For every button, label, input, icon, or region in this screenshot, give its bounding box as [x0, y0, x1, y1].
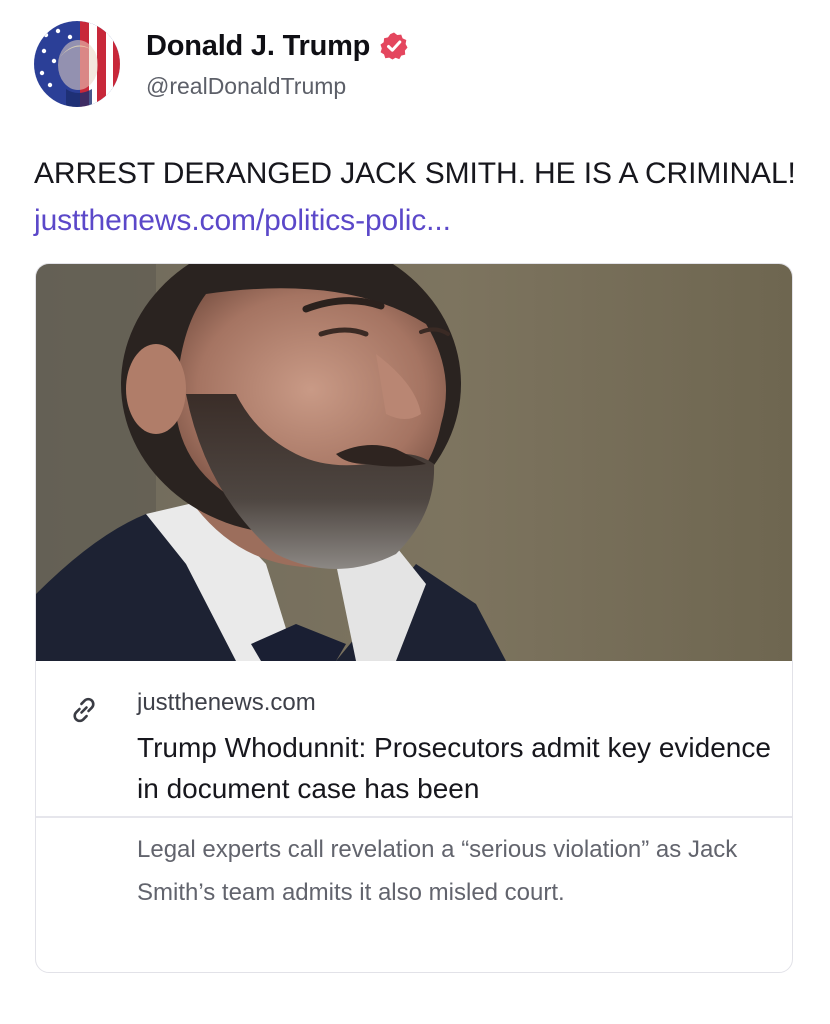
post-container: Donald J. Trump @realDonaldTrump ARREST … [0, 0, 830, 1024]
link-preview-card[interactable]: justthenews.com Trump Whodunnit: Prosecu… [35, 263, 793, 973]
post-link[interactable]: justthenews.com/politics-polic... [34, 204, 451, 237]
post-text: ARREST DERANGED JACK SMITH. HE IS A CRIM… [34, 157, 796, 190]
verified-badge-icon [379, 31, 409, 61]
link-preview-body: justthenews.com Trump Whodunnit: Prosecu… [36, 661, 792, 972]
card-divider [36, 816, 792, 818]
portrait-photo [36, 264, 792, 661]
author-name-row: Donald J. Trump [146, 26, 409, 66]
author-handle[interactable]: @realDonaldTrump [146, 73, 346, 100]
link-icon [68, 694, 100, 726]
avatar[interactable] [34, 21, 120, 107]
avatar-flag-portrait-icon [34, 21, 120, 107]
link-preview-image[interactable] [36, 264, 792, 661]
link-description: Legal experts call revelation a “serious… [137, 836, 738, 906]
author-display-name[interactable]: Donald J. Trump [146, 30, 370, 63]
link-domain: justthenews.com [137, 689, 316, 716]
post-body: ARREST DERANGED JACK SMITH. HE IS A CRIM… [34, 150, 804, 244]
link-title[interactable]: Trump Whodunnit: Prosecutors admit key e… [137, 727, 777, 809]
